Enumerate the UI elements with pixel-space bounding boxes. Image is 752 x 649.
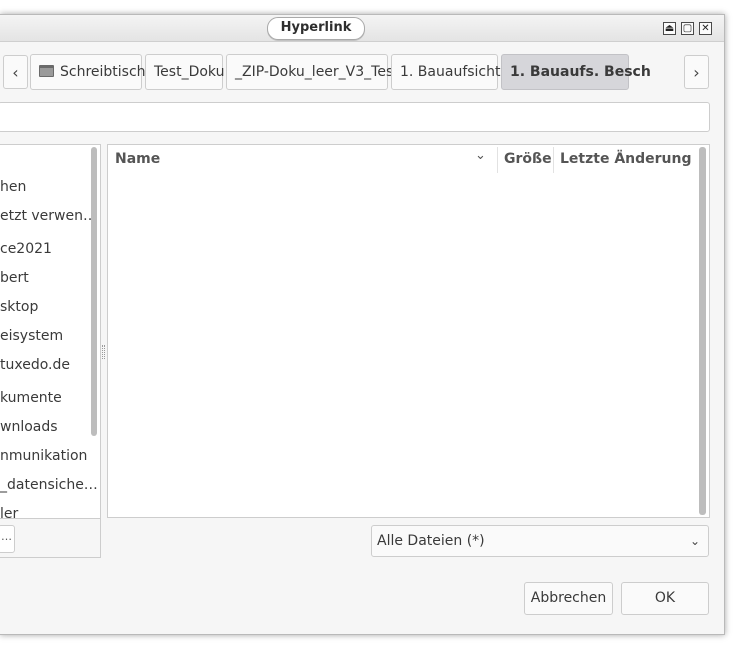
sidebar-item[interactable]: tuxedo.de (0, 357, 70, 373)
pane-splitter-handle[interactable] (102, 345, 105, 359)
column-separator (553, 147, 554, 173)
title-bar[interactable]: Hyperlink ⏏ ▢ ✕ (0, 15, 724, 42)
chevron-left-icon: ‹ (12, 63, 19, 82)
sort-chevron-icon: ⌄ (475, 148, 486, 163)
close-icon[interactable]: ✕ (699, 22, 712, 35)
sidebar-item[interactable]: nmunikation (0, 448, 87, 464)
sidebar-scrollbar[interactable] (91, 147, 97, 436)
location-input[interactable] (0, 102, 710, 132)
chevron-down-icon: ⌄ (689, 534, 700, 548)
sidebar-item[interactable]: kumente (0, 390, 62, 406)
breadcrumb-item-bauaufsicht[interactable]: 1. Bauaufsicht (391, 54, 501, 90)
sidebar-item[interactable]: ce2021 (0, 241, 52, 257)
sidebar-item[interactable]: bert (0, 270, 29, 286)
file-list-scrollbar[interactable] (699, 147, 706, 515)
maximize-icon[interactable]: ▢ (681, 22, 694, 35)
sidebar-item[interactable]: hen (0, 179, 26, 195)
sidebar-item[interactable]: etzt verwen… (0, 208, 97, 224)
window-title: Hyperlink (267, 17, 365, 40)
file-type-filter-value: Alle Dateien (*) (377, 533, 485, 549)
sidebar-item[interactable]: sktop (0, 299, 38, 315)
sidebar-item[interactable]: eisystem (0, 328, 63, 344)
file-list[interactable]: Name ⌄ Größe Letzte Änderung (107, 144, 710, 518)
column-header-name[interactable]: Name (115, 151, 160, 167)
sidebar-more-button[interactable]: … (0, 525, 15, 553)
breadcrumb-item-schreibtisch[interactable]: Schreibtisch (30, 54, 146, 90)
sidebar-item[interactable]: ler (0, 506, 18, 518)
cancel-button[interactable]: Abbrechen (524, 582, 613, 615)
breadcrumb-forward-button[interactable]: › (684, 55, 709, 89)
breadcrumb-back-button[interactable]: ‹ (3, 55, 28, 89)
sidebar-footer: … (0, 519, 101, 558)
hyperlink-dialog: Hyperlink ⏏ ▢ ✕ ‹ Schreibtisch Test_Doku… (0, 14, 725, 635)
shade-icon[interactable]: ⏏ (663, 22, 676, 35)
breadcrumb-item-zip-doku[interactable]: _ZIP-Doku_leer_V3_Test (226, 54, 399, 90)
column-header-size[interactable]: Größe (504, 151, 552, 167)
column-header-modified[interactable]: Letzte Änderung (560, 151, 692, 167)
sidebar-item[interactable]: wnloads (0, 419, 58, 435)
breadcrumb-item-bauaufs-besch[interactable]: 1. Bauaufs. Besch (501, 54, 651, 90)
chevron-right-icon: › (693, 63, 700, 82)
ok-button[interactable]: OK (621, 582, 709, 615)
places-sidebar: hen etzt verwen… ce2021 bert sktop eisys… (0, 144, 101, 519)
column-separator (497, 147, 498, 173)
folder-icon (39, 65, 54, 77)
breadcrumb-item-test-doku[interactable]: Test_Doku (145, 54, 224, 90)
sidebar-item[interactable]: _datensiche… (0, 477, 98, 493)
file-type-filter-select[interactable]: Alle Dateien (*) ⌄ (371, 525, 709, 557)
